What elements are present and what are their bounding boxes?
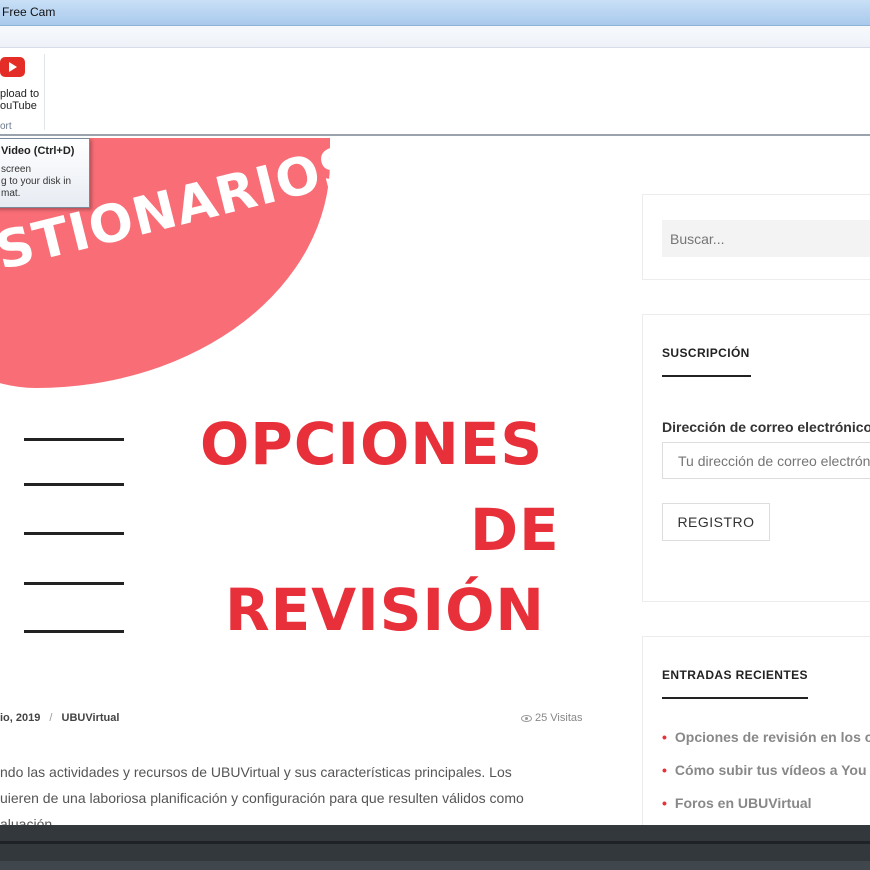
ribbon: pload to ouTube ort — [0, 48, 870, 136]
search-input[interactable] — [662, 220, 870, 257]
recent-posts-widget: ENTRADAS RECIENTES Opciones de revisión … — [642, 636, 870, 825]
featured-image[interactable]: STIONARIOS OPCIONES DE REVISIÓN — [0, 138, 600, 693]
record-video-tooltip: Video (Ctrl+D) screen g to your disk in … — [0, 138, 90, 208]
bottom-toolbar — [0, 825, 870, 870]
tooltip-body: screen g to your disk in mat. — [1, 164, 91, 200]
excerpt-line: uieren de una laboriosa planificación y … — [0, 790, 524, 806]
ribbon-separator — [44, 54, 45, 130]
recent-post-link[interactable]: Cómo subir tus vídeos a You — [662, 762, 870, 795]
recent-posts-title: ENTRADAS RECIENTES — [662, 668, 808, 682]
eye-icon — [521, 714, 532, 722]
title-underline — [662, 375, 751, 377]
window-title: Free Cam — [2, 5, 56, 19]
title-underline — [662, 697, 808, 699]
excerpt-line: aluación. — [0, 816, 57, 825]
list-line — [24, 582, 124, 585]
subscription-widget: SUSCRIPCIÓN Dirección de correo electrón… — [642, 314, 870, 602]
views-count: 25 Visitas — [535, 712, 583, 724]
recent-post-link[interactable]: Opciones de revisión en los c — [662, 729, 870, 762]
post-excerpt: ndo las actividades y recursos de UBUVir… — [0, 759, 600, 825]
email-label: Dirección de correo electrónico — [662, 419, 870, 435]
toolbar-stripe — [0, 841, 870, 844]
list-line — [24, 630, 124, 633]
upload-youtube-label-2[interactable]: ouTube — [0, 100, 37, 112]
post-meta: io, 2019 / UBUVirtual — [0, 712, 119, 724]
recent-post-link[interactable]: Foros en UBUVirtual — [662, 795, 870, 825]
recent-posts-list: Opciones de revisión en los c Cómo subir… — [662, 729, 870, 825]
tooltip-line: mat. — [1, 188, 21, 199]
web-page: STIONARIOS OPCIONES DE REVISIÓN io, 2019… — [0, 138, 870, 825]
email-field[interactable] — [662, 442, 870, 479]
subscription-title: SUSCRIPCIÓN — [662, 346, 750, 360]
tooltip-title: Video (Ctrl+D) — [1, 145, 75, 157]
toolbar-stripe — [0, 861, 870, 870]
search-widget — [642, 194, 870, 280]
meta-separator: / — [49, 712, 53, 724]
post-date: io, 2019 — [0, 712, 41, 724]
ribbon-group-label: ort — [0, 121, 12, 132]
list-line — [24, 532, 124, 535]
post-author-link[interactable]: UBUVirtual — [62, 712, 120, 724]
hero-line-2: DE — [470, 496, 560, 564]
hero-line-1: OPCIONES — [200, 410, 544, 478]
youtube-icon[interactable] — [0, 57, 25, 77]
list-line — [24, 483, 124, 486]
hero-line-3: REVISIÓN — [225, 576, 545, 644]
list-line — [24, 438, 124, 441]
window-titlebar: Free Cam — [0, 0, 870, 26]
register-button[interactable]: REGISTRO — [662, 503, 770, 541]
ribbon-tab-strip — [0, 26, 870, 48]
upload-youtube-label-1[interactable]: pload to — [0, 88, 39, 100]
tooltip-line: screen — [1, 164, 32, 175]
post-views: 25 Visitas — [521, 712, 583, 724]
tooltip-line: g to your disk in — [1, 176, 72, 187]
excerpt-line: ndo las actividades y recursos de UBUVir… — [0, 764, 512, 780]
